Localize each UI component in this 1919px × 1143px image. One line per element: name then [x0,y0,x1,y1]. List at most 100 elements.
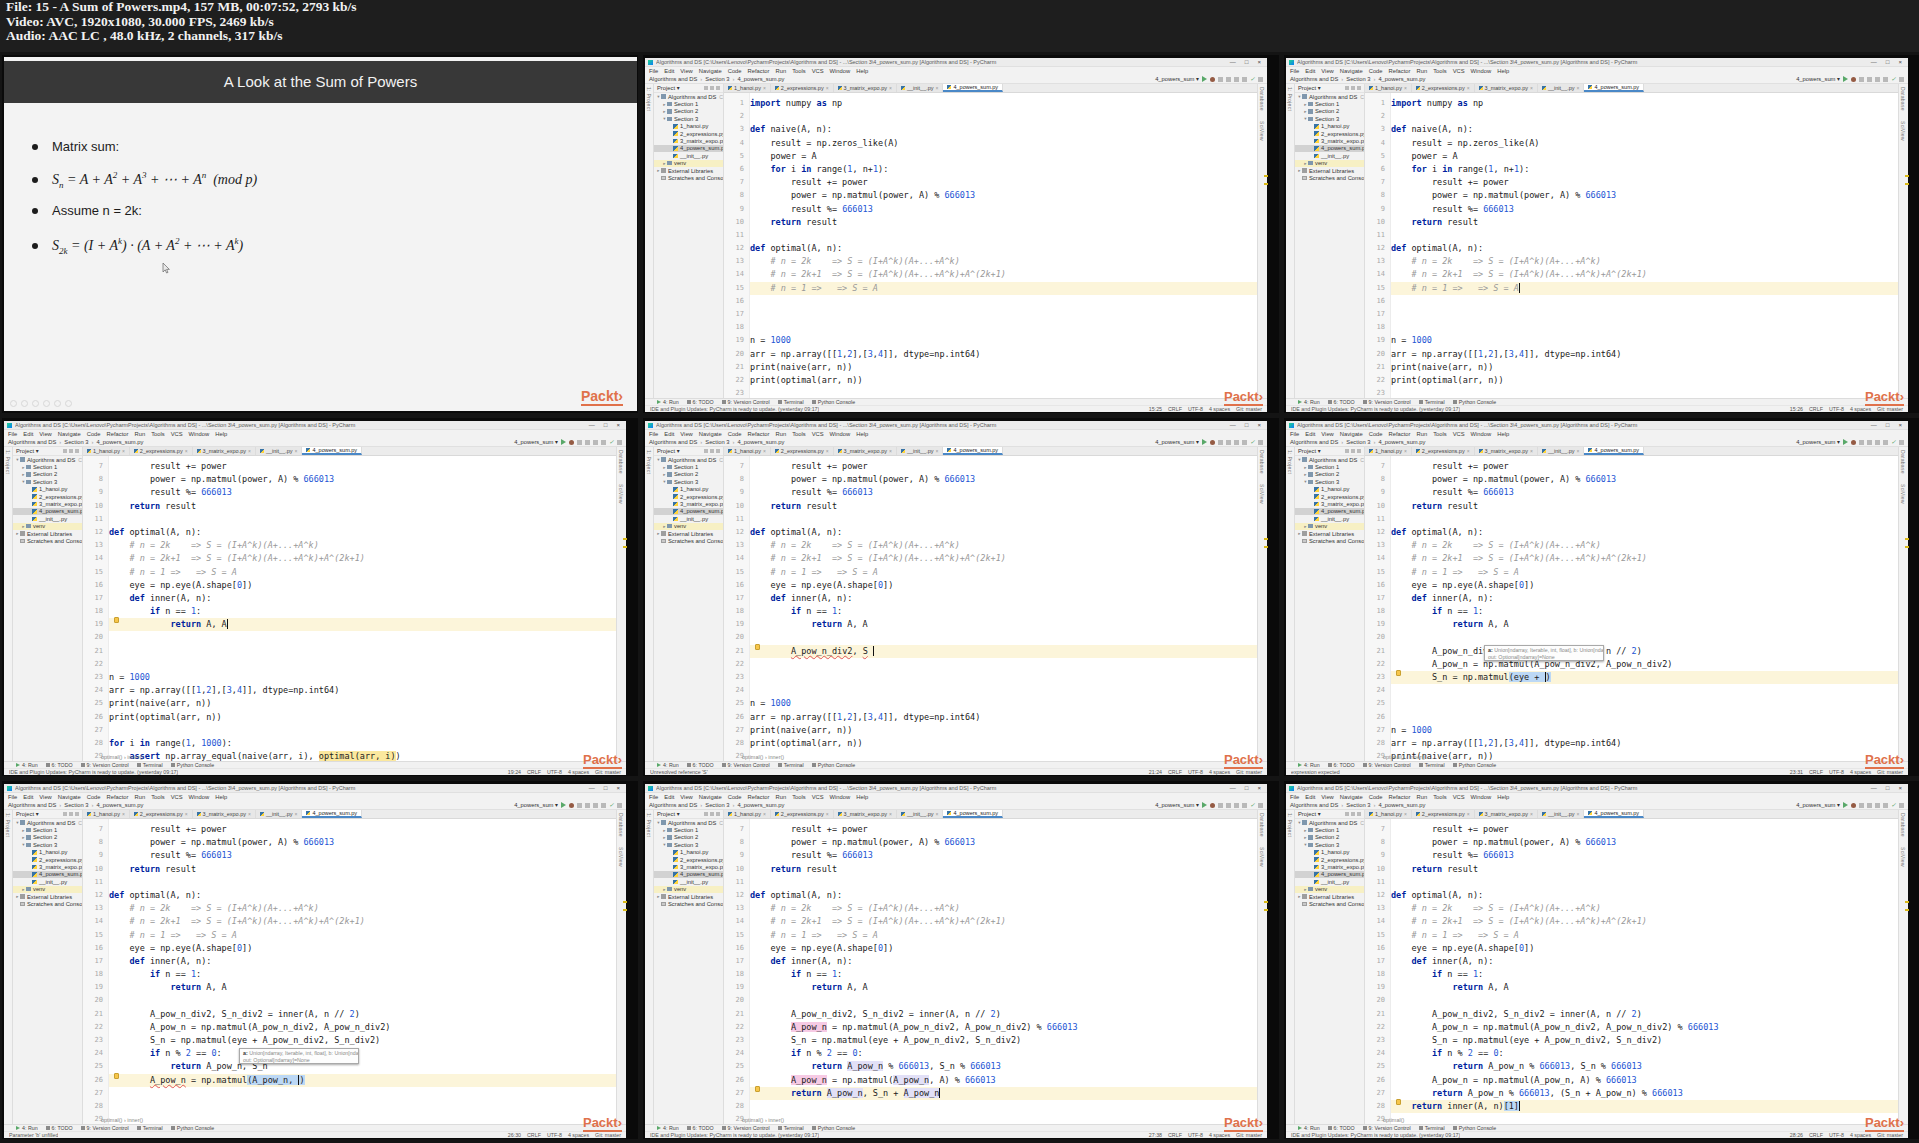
tab-close-icon[interactable]: × [1577,85,1580,91]
run-configuration-select[interactable]: 4_powers_sum ▾ [514,439,558,445]
menu-item[interactable]: Edit [1305,431,1315,437]
project-tree-item[interactable]: ▸Section 1 [654,100,723,107]
caret-position[interactable]: 15:25 [1149,406,1162,412]
editor-tab[interactable]: 1_hanoi.py× [724,84,771,92]
project-tree-item[interactable]: Scratches and Consoles [1295,537,1364,544]
project-tree-item[interactable]: __init__.py [1295,515,1364,522]
tab-close-icon[interactable]: × [826,85,829,91]
status-widget[interactable]: Git: master [1877,406,1903,412]
project-tree-item[interactable]: ▸External Libraries [1295,893,1364,900]
menu-item[interactable]: File [1290,68,1299,74]
panel-icon[interactable] [63,812,67,816]
project-tree-item[interactable]: ▾Section 3 [1295,115,1364,122]
project-tree-item[interactable]: ▸Section 2 [654,471,723,478]
menu-item[interactable]: Tools [1433,68,1447,74]
tab-close-icon[interactable]: × [936,85,939,91]
menu-item[interactable]: Tools [1433,431,1447,437]
run-button[interactable] [1843,802,1848,808]
menu-item[interactable]: Code [728,794,742,800]
menu-item[interactable]: File [649,794,658,800]
menu-item[interactable]: Window [189,794,210,800]
tab-close-icon[interactable]: × [122,811,125,817]
maximize-button[interactable]: □ [1245,785,1249,791]
panel-icon[interactable] [1357,86,1361,90]
toolbar-icon[interactable] [1226,77,1231,82]
run-button[interactable] [1202,76,1207,82]
toolbar-icon[interactable] [1859,803,1864,808]
editor-tab[interactable]: __init__.py× [1538,810,1585,818]
menu-item[interactable]: Refactor [748,68,770,74]
tool-stripe-label[interactable]: 1: Project [646,87,652,111]
editor-tab[interactable]: __init__.py× [897,447,944,455]
panel-icon[interactable] [1345,449,1349,453]
project-tree-item[interactable]: ▸External Libraries [13,893,82,900]
toolbar-icon[interactable] [1867,77,1872,82]
menu-item[interactable]: File [8,431,17,437]
editor-tab[interactable]: 1_hanoi.py× [83,810,130,818]
maximize-button[interactable]: □ [1886,422,1890,428]
panel-icon[interactable] [704,86,708,90]
editor-tab[interactable]: __init__.py× [256,810,303,818]
toolbar-icon[interactable] [1867,440,1872,445]
menu-item[interactable]: View [680,431,692,437]
close-button[interactable]: × [1257,422,1261,428]
panel-icon[interactable] [1345,812,1349,816]
menu-item[interactable]: Run [775,68,786,74]
panel-icon[interactable] [75,812,79,816]
menu-item[interactable]: Navigate [699,68,722,74]
status-widget[interactable]: Git: master [1236,406,1262,412]
breadcrumb-item[interactable]: Algorithms and DS [8,439,56,445]
menu-item[interactable]: View [1321,431,1333,437]
commit-icon[interactable]: ✓ [1250,77,1255,82]
menu-item[interactable]: Refactor [1389,431,1411,437]
project-tree-item[interactable]: ▸Section 2 [1295,108,1364,115]
project-tree-item[interactable]: __init__.py [1295,878,1364,885]
status-widget[interactable]: UTF-8 [1188,1132,1203,1138]
menu-item[interactable]: Help [1497,794,1509,800]
project-tree-item[interactable]: Scratches and Consoles [1295,900,1364,907]
menu-item[interactable]: Navigate [58,431,81,437]
status-widget[interactable]: 4 spaces [1209,1132,1230,1138]
menu-item[interactable]: Edit [1305,794,1315,800]
toolbar-icon[interactable] [1883,440,1888,445]
project-tree-item[interactable]: 2_expressions.py [654,493,723,500]
menu-item[interactable]: View [39,431,51,437]
project-tree-item[interactable]: Scratches and Consoles [654,537,723,544]
panel-icon[interactable] [704,449,708,453]
status-widget[interactable]: 4 spaces [1850,406,1871,412]
debug-button[interactable] [1851,77,1856,82]
tab-close-icon[interactable]: × [1577,811,1580,817]
close-button[interactable]: × [1898,59,1902,65]
editor-tab[interactable]: 3_matrix_expo.py× [834,447,897,455]
menu-item[interactable]: Tools [792,68,806,74]
toolbar-icon[interactable] [1875,440,1880,445]
commit-icon[interactable]: ✓ [1891,440,1896,445]
editor-tab[interactable]: 3_matrix_expo.py× [193,810,256,818]
menu-item[interactable]: Help [1497,431,1509,437]
status-widget[interactable]: UTF-8 [1829,406,1844,412]
menu-item[interactable]: Refactor [107,431,129,437]
tool-stripe-label[interactable]: Database [1259,87,1265,111]
editor-tab[interactable]: 2_expressions.py× [130,447,193,455]
tool-stripe-label[interactable]: SciView [1900,847,1906,867]
breadcrumb-item[interactable]: 4_powers_sum.py [737,802,784,808]
editor-tab[interactable]: 3_matrix_expo.py× [834,84,897,92]
menu-item[interactable]: Refactor [1389,68,1411,74]
editor-tab[interactable]: 2_expressions.py× [1412,447,1475,455]
menu-item[interactable]: Help [215,794,227,800]
tab-close-icon[interactable]: × [185,448,188,454]
menu-item[interactable]: Tools [1433,794,1447,800]
project-tree-item[interactable]: 3_matrix_expo.py [654,500,723,507]
menu-item[interactable]: Run [1416,794,1427,800]
run-button[interactable] [561,802,566,808]
status-widget[interactable]: 4 spaces [1850,1132,1871,1138]
status-widget[interactable]: 4 spaces [568,769,589,775]
project-tree-item[interactable]: 3_matrix_expo.py [654,137,723,144]
menu-item[interactable]: Navigate [1340,794,1363,800]
breadcrumb-item[interactable]: Algorithms and DS [1290,439,1338,445]
menu-item[interactable]: VCS [1453,794,1465,800]
breadcrumb-item[interactable]: 4_powers_sum.py [737,76,784,82]
editor-tab[interactable]: 3_matrix_expo.py× [1475,810,1538,818]
tool-stripe-label[interactable]: 1: Project [1287,87,1293,111]
breadcrumb-item[interactable]: 4_powers_sum.py [737,439,784,445]
